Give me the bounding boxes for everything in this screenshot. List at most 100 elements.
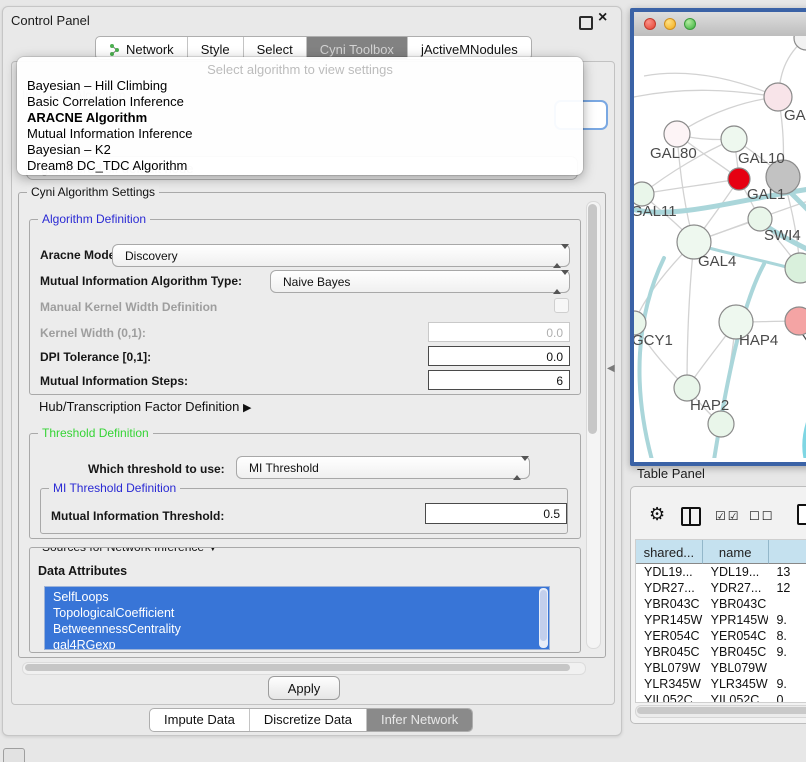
- deselect-all-checkboxes-icon[interactable]: ☐☐: [749, 509, 775, 523]
- cyni-bottom-tab-bar: Impute Data Discretize Data Infer Networ…: [149, 708, 473, 732]
- table-horizontal-scrollbar[interactable]: [635, 705, 806, 718]
- tab-discretize-data[interactable]: Discretize Data: [250, 709, 367, 731]
- tab-select[interactable]: Select: [244, 37, 307, 59]
- node-label: GAL11: [634, 203, 677, 220]
- close-window-icon[interactable]: [644, 18, 656, 30]
- select-all-checkboxes-icon[interactable]: ☑☑: [715, 509, 741, 523]
- apply-button[interactable]: Apply: [268, 676, 340, 700]
- table-row[interactable]: YBL079W YBL079W: [636, 660, 806, 676]
- scrollbar-thumb[interactable]: [588, 204, 597, 434]
- combo-spinner-icon: [553, 249, 561, 263]
- mi-threshold-group: MI Threshold Definition Mutual Informati…: [40, 488, 568, 534]
- node-label: Y: [802, 332, 806, 349]
- node-label: GAL80: [650, 145, 697, 162]
- node: [708, 411, 734, 437]
- mi-type-value: Naive Bayes: [283, 275, 350, 289]
- table-row[interactable]: YIL052C YIL052C 0.: [636, 692, 806, 703]
- scrollbar-thumb[interactable]: [637, 707, 806, 714]
- mi-type-label: Mutual Information Algorithm Type:: [40, 274, 242, 288]
- dpi-tolerance-field[interactable]: 0.0: [428, 346, 570, 366]
- aracne-mode-label: Aracne Mode:: [40, 248, 119, 262]
- threshold-definition-title: Threshold Definition: [38, 426, 153, 440]
- list-item[interactable]: BetweennessCentrality: [53, 621, 549, 637]
- control-panel-title: Control Panel: [11, 13, 90, 28]
- manual-kernel-label: Manual Kernel Width Definition: [40, 300, 217, 314]
- pane-collapse-icon[interactable]: ◀: [607, 363, 615, 374]
- algorithm-option[interactable]: Basic Correlation Inference: [27, 94, 192, 110]
- chevron-right-icon: ▶: [243, 402, 251, 414]
- tab-style[interactable]: Style: [188, 37, 244, 59]
- kernel-width-field[interactable]: 0.0: [428, 322, 570, 342]
- node-label: GAL1: [747, 186, 785, 203]
- hub-definition-toggle[interactable]: Hub/Transcription Factor Definition ▶: [39, 399, 251, 414]
- column-header-shared-name[interactable]: shared...: [636, 540, 703, 564]
- algorithm-option[interactable]: Mutual Information Inference: [27, 126, 192, 142]
- cyni-algorithm-settings-group: Cyni Algorithm Settings Algorithm Defini…: [18, 192, 606, 658]
- chevron-down-icon[interactable]: ▼: [207, 547, 218, 554]
- minimize-window-icon[interactable]: [664, 18, 676, 30]
- collapsed-panel-button[interactable]: [3, 748, 25, 762]
- table-row[interactable]: YLR345W YLR345W 9.: [636, 676, 806, 692]
- which-threshold-label: Which threshold to use:: [88, 462, 225, 476]
- table-row[interactable]: YBR045C YBR045C 9.: [636, 644, 806, 660]
- tab-network[interactable]: Network: [96, 37, 188, 59]
- network-icon: [109, 44, 121, 56]
- list-item[interactable]: SelfLoops: [53, 589, 549, 605]
- scrollbar-thumb[interactable]: [25, 664, 570, 671]
- list-scrollbar[interactable]: [539, 588, 548, 648]
- column-header-name[interactable]: name: [703, 540, 769, 564]
- algorithm-option-selected[interactable]: ARACNE Algorithm: [27, 110, 192, 126]
- mi-threshold-label: Mutual Information Threshold:: [51, 509, 224, 523]
- mi-type-combobox[interactable]: Naive Bayes: [270, 270, 570, 293]
- gear-icon[interactable]: ⚙: [649, 505, 665, 523]
- tab-cyni-toolbox-label: Cyni Toolbox: [320, 42, 394, 57]
- algorithm-option[interactable]: Dream8 DC_TDC Algorithm: [27, 158, 192, 174]
- tab-jactivemnodules[interactable]: jActiveMNodules: [408, 37, 531, 59]
- which-threshold-value: MI Threshold: [249, 461, 319, 475]
- network-canvas[interactable]: GAL GAL80 GAL10 GAL1 GAL11 SWI4 GAL4 GCY…: [634, 36, 806, 462]
- algorithm-option[interactable]: Bayesian – Hill Climbing: [27, 78, 192, 94]
- algorithm-option[interactable]: Bayesian – K2: [27, 142, 192, 158]
- table-row[interactable]: YDL19... YDL19... 13: [636, 564, 806, 580]
- node-gal80: [664, 121, 690, 147]
- settings-horizontal-scrollbar[interactable]: [22, 662, 586, 675]
- float-panel-icon[interactable]: [579, 16, 593, 30]
- table-row[interactable]: YDR27... YDR27... 12: [636, 580, 806, 596]
- algorithm-selector-popup: Select algorithm to view settings Bayesi…: [17, 57, 583, 175]
- scrollbar-thumb[interactable]: [540, 590, 547, 641]
- combo-spinner-icon: [553, 275, 561, 289]
- zoom-window-icon[interactable]: [684, 18, 696, 30]
- manual-kernel-checkbox[interactable]: [554, 298, 569, 313]
- node-label: HAP2: [690, 397, 729, 414]
- aracne-mode-value: Discovery: [125, 249, 178, 263]
- node-gal10: [721, 126, 747, 152]
- mi-threshold-field[interactable]: 0.5: [425, 503, 567, 524]
- settings-group-title: Cyni Algorithm Settings: [27, 185, 159, 199]
- table-row[interactable]: YPR145W YPR145W 9.: [636, 612, 806, 628]
- node-attribute-table[interactable]: shared... name YDL19... YDL19... 13 YDR2…: [635, 539, 806, 703]
- list-item[interactable]: TopologicalCoefficient: [53, 605, 549, 621]
- network-window-titlebar[interactable]: [634, 12, 806, 37]
- columns-icon[interactable]: [681, 507, 701, 526]
- which-threshold-combobox[interactable]: MI Threshold: [236, 456, 530, 479]
- network-graph: GAL GAL80 GAL10 GAL1 GAL11 SWI4 GAL4 GCY…: [634, 36, 806, 458]
- tab-infer-network[interactable]: Infer Network: [367, 709, 472, 731]
- data-attributes-list[interactable]: SelfLoops TopologicalCoefficient Between…: [44, 586, 550, 650]
- table-row[interactable]: YER054C YER054C 8.: [636, 628, 806, 644]
- aracne-mode-combobox[interactable]: Discovery: [112, 244, 570, 267]
- node-label: HAP4: [739, 332, 778, 349]
- settings-vertical-scrollbar[interactable]: [586, 201, 601, 649]
- tab-cyni-toolbox[interactable]: Cyni Toolbox: [307, 37, 408, 59]
- list-item[interactable]: gal4RGexp: [53, 637, 549, 650]
- close-panel-icon[interactable]: ×: [598, 9, 607, 27]
- popup-placeholder: Select algorithm to view settings: [17, 62, 583, 77]
- tab-select-label: Select: [257, 42, 293, 57]
- tab-impute-data[interactable]: Impute Data: [150, 709, 250, 731]
- table-row[interactable]: YBR043C YBR043C: [636, 596, 806, 612]
- column-header-clipped[interactable]: [769, 540, 806, 564]
- mi-steps-field[interactable]: 6: [428, 370, 570, 390]
- document-icon[interactable]: [797, 504, 806, 525]
- network-node-labels: GAL GAL80 GAL10 GAL1 GAL11 SWI4 GAL4 GCY…: [634, 107, 806, 414]
- node-label: GCY1: [634, 332, 673, 349]
- hub-definition-label: Hub/Transcription Factor Definition: [39, 399, 239, 414]
